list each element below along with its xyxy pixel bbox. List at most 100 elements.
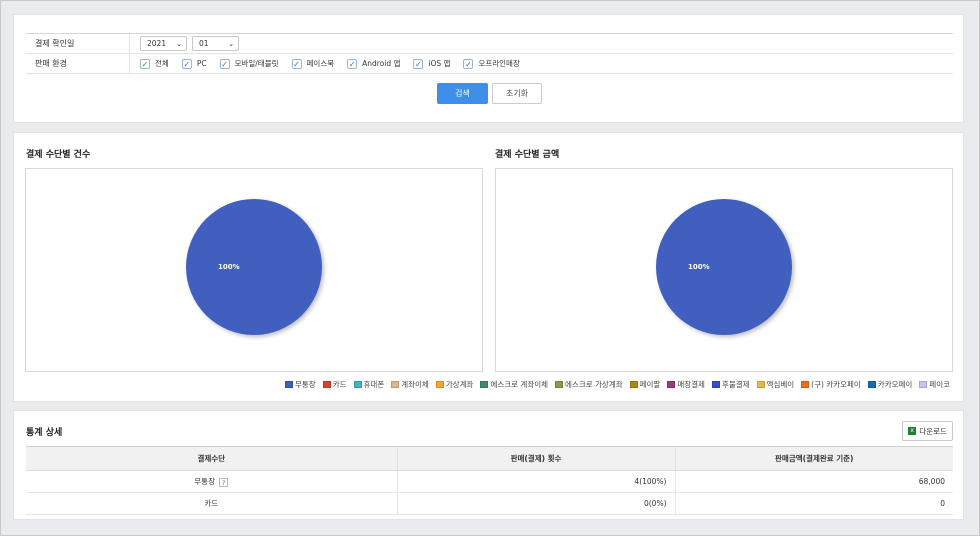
month-value: 01 [199, 39, 209, 48]
checkmark-icon[interactable]: ✓ [291, 58, 302, 69]
legend-item[interactable]: 무통장 [285, 379, 316, 390]
table-header-row: 결제수단 판매(결제) 횟수 판매금액(결제완료 기준) [26, 446, 953, 471]
stats-title: 통계 상세 [26, 428, 63, 438]
pie-data-label: 100% [218, 263, 240, 271]
amount-pie-chart: 100% [656, 199, 792, 335]
count-chart-title: 결제 수단별 건수 [26, 150, 91, 160]
legend-item[interactable]: 가상계좌 [435, 379, 474, 390]
checkmark-icon[interactable]: ✓ [140, 58, 150, 69]
chevron-down-icon: ⌄ [176, 39, 182, 48]
legend-item[interactable]: 에스크로 계좌이체 [480, 379, 548, 390]
legend-item[interactable]: 카카오페이 [867, 379, 912, 390]
method-label: 무통장 [194, 477, 216, 486]
legend-label: 휴대폰 [363, 380, 385, 389]
env-checkbox-label: PC [196, 59, 207, 68]
filter-panel: 결제 확인일 2021 ⌄ 01 ⌄ 판매 환경 ✓ 전체 ✓ PC ✓ 모바일/태블릿 ✓… [13, 14, 964, 123]
chart-legend: 무통장 카드 휴대폰 계좌이체 가상계좌 에스크로 계좌이체 에스크로 가상계좌 페이팔 매장결… [278, 379, 950, 390]
legend-label: 에스크로 계좌이체 [490, 380, 549, 389]
legend-item[interactable]: 계좌이체 [391, 379, 429, 390]
pie-slice[interactable] [186, 199, 322, 335]
legend-swatch [711, 381, 720, 388]
legend-label: 계좌이체 [401, 380, 429, 389]
legend-label: 페이팔 [639, 380, 661, 389]
env-checkbox-list: ✓ 전체 ✓ PC ✓ 모바일/태블릿 ✓ 페이스북 ✓ Android 앱 ✓ iOS 앱 ✓ 오프라인… [130, 54, 528, 73]
env-checkbox[interactable]: ✓ 모바일/태블릿 [219, 58, 279, 69]
year-select[interactable]: 2021 ⌄ [140, 36, 187, 51]
legend-item[interactable]: (구) 카카오페이 [801, 379, 861, 390]
method-cell: 무통장? [26, 470, 397, 493]
pie-data-label: 100% [688, 263, 710, 271]
checkmark-icon[interactable]: ✓ [463, 58, 474, 69]
chart-panel: 결제 수단별 건수 결제 수단별 금액 100% 100% 무통장 카드 휴대폰 계좌… [13, 132, 964, 402]
legend-swatch [353, 381, 362, 388]
count-pie-chart: 100% [186, 199, 322, 335]
legend-swatch [667, 381, 676, 388]
legend-swatch [919, 381, 928, 388]
legend-item[interactable]: 매장결제 [667, 379, 705, 390]
method-cell: 카드 [26, 492, 397, 515]
download-label: 다운로드 [919, 426, 947, 436]
table-row: 카드 0(0%) 0 [26, 492, 953, 515]
col-amount: 판매금액(결제완료 기준) [674, 446, 953, 471]
env-checkbox[interactable]: ✓ iOS 앱 [413, 58, 450, 69]
table-row: 무통장? 4(100%) 68,000 [26, 470, 953, 493]
legend-swatch [756, 381, 765, 388]
count-chart-box: 100% [25, 168, 483, 372]
env-checkbox-label: 모바일/태블릿 [234, 59, 279, 68]
legend-swatch [391, 381, 400, 388]
help-icon[interactable]: ? [219, 477, 229, 487]
legend-label: 에스크로 가상계좌 [565, 380, 623, 389]
col-count: 판매(결제) 횟수 [396, 446, 675, 471]
legend-swatch [285, 381, 293, 388]
legend-label: 무통장 [295, 380, 316, 389]
amount-cell: 0 [674, 492, 953, 515]
legend-label: 가상계좌 [445, 380, 474, 389]
legend-label: 페이코 [929, 380, 950, 389]
amount-cell: 68,000 [674, 470, 953, 493]
legend-label: 카드 [332, 380, 347, 389]
env-checkbox-label: iOS 앱 [428, 59, 451, 68]
legend-swatch [629, 381, 638, 388]
count-cell: 0(0%) [396, 492, 675, 515]
legend-item[interactable]: 엑심베이 [756, 379, 795, 390]
count-cell: 4(100%) [396, 470, 675, 493]
env-checkbox-label: 전체 [155, 59, 169, 68]
legend-label: 엑심베이 [766, 380, 795, 389]
download-button[interactable]: x 다운로드 [902, 421, 953, 441]
legend-item[interactable]: 페이팔 [629, 379, 661, 390]
checkmark-icon[interactable]: ✓ [347, 58, 358, 69]
date-label: 결제 확인일 [26, 34, 130, 53]
search-button[interactable]: 검색 [437, 83, 488, 104]
amount-chart-title: 결제 수단별 금액 [495, 150, 560, 160]
env-checkbox[interactable]: ✓ Android 앱 [347, 58, 400, 69]
pie-slice[interactable] [656, 199, 792, 335]
stats-table: 결제수단 판매(결제) 횟수 판매금액(결제완료 기준) 무통장? 4(100%… [26, 446, 953, 515]
env-checkbox[interactable]: ✓ PC [181, 58, 207, 69]
filter-row-date: 결제 확인일 2021 ⌄ 01 ⌄ [26, 34, 953, 54]
checkmark-icon[interactable]: ✓ [181, 58, 192, 69]
filter-table: 결제 확인일 2021 ⌄ 01 ⌄ 판매 환경 ✓ 전체 ✓ PC ✓ 모바일/태블릿 ✓… [26, 33, 953, 74]
legend-item[interactable]: 페이코 [919, 379, 950, 390]
legend-swatch [555, 381, 564, 388]
legend-item[interactable]: 카드 [322, 379, 347, 390]
env-checkbox[interactable]: ✓ 페이스북 [291, 58, 335, 69]
env-checkbox-label: 페이스북 [306, 59, 335, 68]
legend-label: (구) 카카오페이 [811, 380, 861, 389]
legend-label: 후불결제 [721, 380, 750, 389]
month-select[interactable]: 01 ⌄ [192, 36, 239, 51]
env-checkbox[interactable]: ✓ 전체 [140, 58, 169, 69]
legend-item[interactable]: 후불결제 [711, 379, 750, 390]
amount-chart-box: 100% [495, 168, 953, 372]
checkmark-icon[interactable]: ✓ [219, 58, 230, 69]
legend-item[interactable]: 에스크로 가상계좌 [555, 379, 623, 390]
reset-button[interactable]: 초기화 [492, 83, 542, 104]
legend-label: 매장결제 [677, 380, 705, 389]
checkmark-icon[interactable]: ✓ [413, 58, 424, 69]
excel-icon: x [908, 427, 917, 435]
env-checkbox[interactable]: ✓ 오프라인매장 [463, 58, 520, 69]
chevron-down-icon: ⌄ [228, 39, 234, 48]
legend-swatch [435, 381, 444, 388]
col-method: 결제수단 [26, 446, 397, 471]
filter-row-env: 판매 환경 ✓ 전체 ✓ PC ✓ 모바일/태블릿 ✓ 페이스북 ✓ Android 앱 ✓ iOS … [26, 54, 953, 74]
legend-item[interactable]: 휴대폰 [353, 379, 385, 390]
